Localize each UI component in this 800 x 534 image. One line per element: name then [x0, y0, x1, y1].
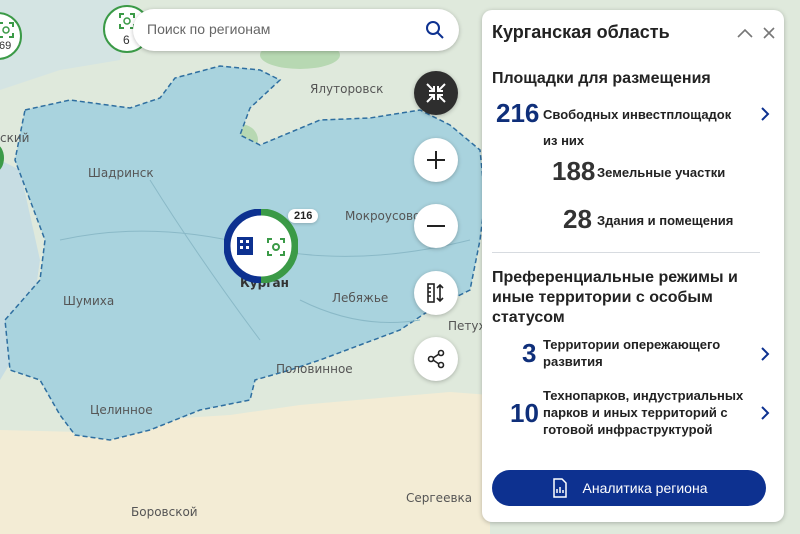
ruler-button[interactable] [414, 271, 458, 315]
chevron-up-icon[interactable] [737, 28, 753, 38]
buildings-label: Здания и помещения [597, 213, 734, 228]
zoom-in-button[interactable] [414, 138, 458, 182]
plus-icon [427, 151, 445, 169]
collapse-button[interactable] [414, 71, 458, 115]
chevron-right-icon[interactable] [760, 406, 770, 420]
section-sites-title: Площадки для размещения [492, 70, 711, 87]
city-label-tselinnoe: Целинное [90, 403, 153, 417]
report-icon [552, 478, 567, 498]
zoom-out-button[interactable] [414, 204, 458, 248]
search-icon[interactable] [425, 20, 445, 40]
panel-title: Курганская область [492, 22, 670, 42]
ruler-icon [427, 283, 444, 303]
marker-count-badge: 216 [288, 209, 319, 223]
free-sites-count: 216 [496, 98, 540, 128]
region-info-panel: Курганская область Площадки для размещен… [482, 10, 784, 522]
parks-label: Технопарков, индустриальных парков и ины… [543, 388, 744, 437]
cluster-count: 6 [123, 33, 130, 47]
city-label-sergeevka: Сергеевка [406, 491, 473, 505]
city-label-lebyazhye: Лебяжье [332, 291, 389, 305]
section-preferential-title: Преференциальные режимы и иные территори… [492, 269, 738, 326]
share-button[interactable] [414, 337, 458, 381]
region-analytics-button[interactable]: Аналитика региона [492, 470, 766, 506]
collapse-arrows-icon [426, 83, 446, 103]
region-analytics-label: Аналитика региона [582, 480, 708, 496]
share-icon [427, 349, 445, 369]
city-label-partial: ский [0, 131, 30, 145]
chevron-right-icon[interactable] [760, 347, 770, 361]
minus-icon [427, 225, 445, 227]
cluster-count: 69 [0, 40, 12, 52]
chevron-right-icon[interactable] [760, 107, 770, 121]
of-them-label: из них [543, 133, 585, 148]
city-label-shumikha: Шумиха [63, 294, 115, 308]
city-label-shadrinsk: Шадринск [88, 166, 154, 180]
close-icon[interactable] [763, 27, 775, 39]
kurgan-marker[interactable]: 216 [223, 208, 319, 284]
land-plots-count: 188 [552, 156, 596, 186]
city-label-mokrousovo: Мокроусово [345, 209, 421, 223]
tor-count: 3 [522, 338, 537, 368]
search-box[interactable]: Поиск по регионам [133, 9, 459, 51]
free-sites-label: Свободных инвестплощадок [543, 107, 732, 122]
tor-label: Территории опережающего развития [543, 337, 721, 369]
city-label-yalutorovsk: Ялуторовск [310, 82, 384, 96]
building-icon [237, 237, 253, 255]
city-label-borovskoy: Боровской [131, 505, 198, 519]
panel-divider [492, 252, 760, 253]
parks-count: 10 [510, 398, 539, 428]
land-plots-label: Земельные участки [597, 165, 726, 180]
marker-ring [223, 208, 299, 284]
buildings-count: 28 [563, 204, 592, 234]
city-label-polovinnoe: Половинное [276, 362, 353, 376]
focus-icon [0, 22, 14, 38]
city-label-petukh: Петух [448, 319, 486, 333]
search-input[interactable]: Поиск по регионам [147, 21, 270, 37]
